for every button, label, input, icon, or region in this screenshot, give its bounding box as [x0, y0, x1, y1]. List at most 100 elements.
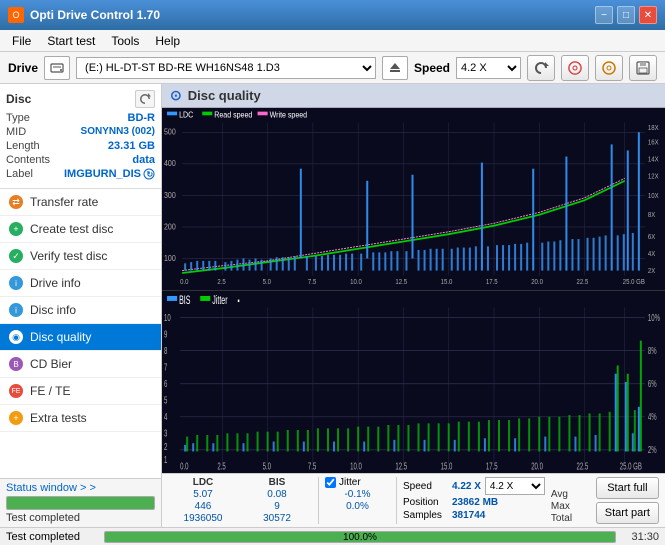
svg-text:2: 2: [164, 441, 168, 452]
samples-label: Samples: [403, 510, 448, 521]
menu-help[interactable]: Help: [147, 32, 188, 50]
bis-header: BIS: [242, 477, 312, 488]
svg-text:2%: 2%: [648, 445, 657, 456]
svg-text:15.0: 15.0: [441, 461, 453, 472]
svg-text:22.5: 22.5: [576, 278, 588, 286]
app-title: Opti Drive Control 1.70: [30, 8, 160, 22]
total-row-label: Total: [551, 513, 572, 524]
fe-te-icon: FE: [8, 383, 24, 399]
bis-avg: 0.08: [242, 489, 312, 500]
sidebar-item-fe-te[interactable]: FE FE / TE: [0, 378, 161, 405]
ldc-stats: LDC 5.07 446 1936050: [168, 477, 238, 524]
disc-quality-icon: ◉: [8, 329, 24, 345]
refresh-button[interactable]: [527, 55, 555, 81]
svg-text:12.5: 12.5: [395, 278, 407, 286]
speed-info-value: 4.22 X: [452, 481, 481, 492]
start-full-button[interactable]: Start full: [596, 477, 659, 499]
drive-icon[interactable]: [44, 56, 70, 80]
media-button[interactable]: [595, 55, 623, 81]
sidebar-progress-bar: [6, 496, 155, 510]
sidebar-item-create-test[interactable]: + Create test disc: [0, 216, 161, 243]
avg-row-label: Avg: [551, 489, 572, 500]
maximize-button[interactable]: □: [617, 6, 635, 24]
disc-label-value[interactable]: IMGBURN_DIS ↻: [64, 168, 155, 180]
app-icon: O: [8, 7, 24, 23]
sidebar-item-verify-test[interactable]: ✓ Verify test disc: [0, 243, 161, 270]
max-row-label: Max: [551, 501, 572, 512]
disc-section-title: Disc: [6, 92, 31, 106]
jitter-checkbox[interactable]: [325, 477, 336, 488]
sidebar: Disc Type BD-R MID SONYNN3 (002) Length …: [0, 84, 162, 527]
svg-text:9: 9: [164, 329, 168, 340]
sidebar-item-extra-tests[interactable]: + Extra tests: [0, 405, 161, 432]
create-test-icon: +: [8, 221, 24, 237]
bottom-status-text: Test completed: [6, 531, 96, 543]
svg-text:Write speed: Write speed: [270, 110, 307, 120]
svg-text:5.0: 5.0: [263, 278, 272, 286]
svg-text:↻: ↻: [147, 170, 154, 179]
save-button[interactable]: [629, 55, 657, 81]
svg-text:BIS: BIS: [179, 295, 190, 308]
sidebar-item-transfer-rate[interactable]: ⇄ Transfer rate: [0, 189, 161, 216]
svg-text:12X: 12X: [648, 173, 659, 181]
close-button[interactable]: ✕: [639, 6, 657, 24]
disc-label-field: Label: [6, 168, 33, 180]
svg-text:100: 100: [164, 253, 176, 263]
status-window-link[interactable]: Status window > >: [6, 482, 155, 494]
sidebar-item-cd-bier[interactable]: B CD Bier: [0, 351, 161, 378]
minimize-button[interactable]: −: [595, 6, 613, 24]
menu-bar: File Start test Tools Help: [0, 30, 665, 52]
test-completed-text: Test completed: [6, 512, 155, 524]
svg-text:15.0: 15.0: [441, 278, 453, 286]
jitter-label: Jitter: [339, 477, 361, 488]
svg-text:25.0 GB: 25.0 GB: [620, 461, 643, 472]
svg-text:20.0: 20.0: [531, 461, 543, 472]
svg-text:2.5: 2.5: [217, 461, 226, 472]
mid-label: MID: [6, 126, 26, 138]
bottom-progress-text: 100.0%: [105, 532, 615, 543]
sidebar-item-disc-quality[interactable]: ◉ Disc quality: [0, 324, 161, 351]
svg-text:1: 1: [164, 455, 168, 466]
ldc-avg: 5.07: [168, 489, 238, 500]
svg-text:0.0: 0.0: [180, 461, 189, 472]
transfer-rate-label: Transfer rate: [30, 195, 98, 209]
chart2-svg: BIS Jitter ▪ 10 9 8 7 6 5 4 3 2 1 1: [162, 291, 665, 473]
drive-bar: Drive (E:) HL-DT-ST BD-RE WH16NS48 1.D3 …: [0, 52, 665, 84]
disc-reload-button[interactable]: [135, 90, 155, 108]
svg-text:4: 4: [164, 412, 168, 423]
length-label: Length: [6, 140, 40, 152]
sidebar-item-disc-info[interactable]: i Disc info: [0, 297, 161, 324]
disc-button[interactable]: [561, 55, 589, 81]
disc-info-nav-label: Disc info: [30, 303, 76, 317]
menu-start-test[interactable]: Start test: [39, 32, 103, 50]
bottom-status-bar: Test completed 100.0% 31:30: [0, 527, 665, 545]
svg-text:17.5: 17.5: [486, 461, 498, 472]
jitter-max: 0.0%: [325, 501, 390, 512]
svg-text:8%: 8%: [648, 345, 657, 356]
speed-selector[interactable]: 4.2 X: [456, 57, 521, 79]
eject-button[interactable]: [382, 56, 408, 80]
bis-max: 9: [242, 501, 312, 512]
contents-label: Contents: [6, 154, 50, 166]
transfer-rate-icon: ⇄: [8, 194, 24, 210]
speed-info: Speed 4.22 X 4.2 X Position 23862 MB Sam…: [403, 477, 545, 521]
drive-selector[interactable]: (E:) HL-DT-ST BD-RE WH16NS48 1.D3: [76, 57, 376, 79]
stats-divider1: [318, 477, 319, 524]
svg-text:10.0: 10.0: [350, 278, 362, 286]
speed-info-label: Speed: [403, 481, 448, 492]
drive-info-icon: i: [8, 275, 24, 291]
verify-test-icon: ✓: [8, 248, 24, 264]
sidebar-item-drive-info[interactable]: i Drive info: [0, 270, 161, 297]
speed-select[interactable]: 4.2 X: [485, 477, 545, 495]
jitter-checkbox-row[interactable]: Jitter: [325, 477, 390, 488]
main-area: Disc Type BD-R MID SONYNN3 (002) Length …: [0, 84, 665, 527]
svg-text:12.5: 12.5: [395, 461, 407, 472]
start-part-button[interactable]: Start part: [596, 502, 659, 524]
svg-text:22.5: 22.5: [576, 461, 588, 472]
extra-tests-label: Extra tests: [30, 411, 87, 425]
svg-text:4%: 4%: [648, 412, 657, 423]
menu-tools[interactable]: Tools: [103, 32, 147, 50]
length-value: 23.31 GB: [108, 140, 155, 152]
menu-file[interactable]: File: [4, 32, 39, 50]
samples-value: 381744: [452, 510, 485, 521]
